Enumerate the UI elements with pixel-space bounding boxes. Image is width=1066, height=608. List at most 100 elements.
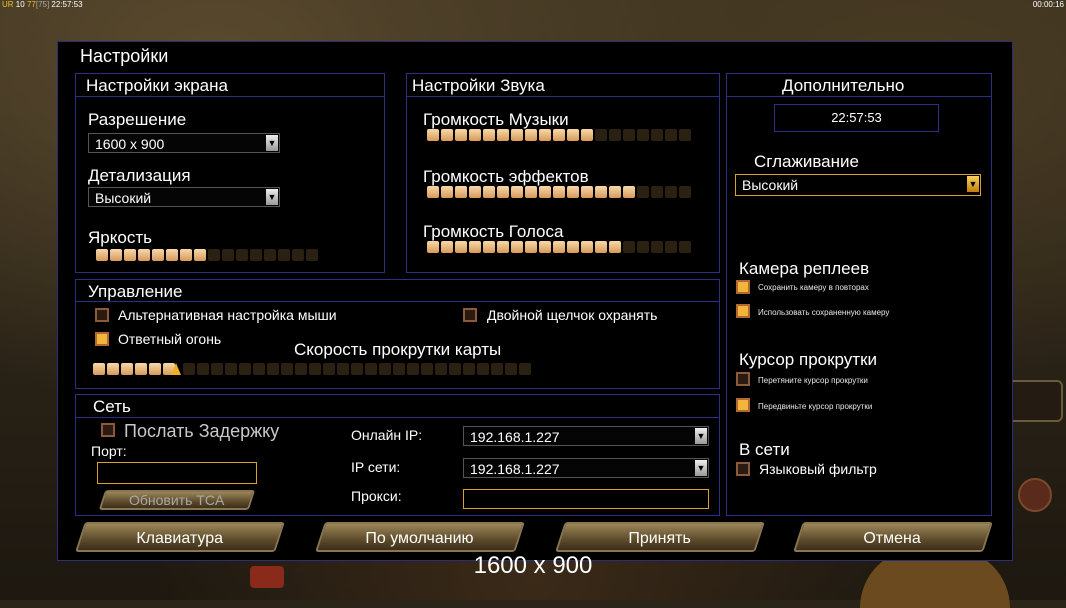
slider-segment[interactable] bbox=[651, 241, 663, 253]
slider-segment[interactable] bbox=[553, 129, 565, 141]
slider-segment[interactable] bbox=[483, 186, 495, 198]
drag-cursor-checkbox[interactable] bbox=[736, 372, 750, 386]
slider-segment[interactable] bbox=[449, 363, 461, 375]
chevron-down-icon[interactable]: ▼ bbox=[266, 135, 278, 151]
voice-volume-slider[interactable] bbox=[427, 241, 691, 253]
slider-segment[interactable] bbox=[149, 363, 161, 375]
slider-segment[interactable] bbox=[455, 241, 467, 253]
slider-segment[interactable] bbox=[539, 186, 551, 198]
update-tca-button[interactable]: Обновить TCA bbox=[98, 490, 256, 510]
slider-segment[interactable] bbox=[306, 249, 318, 261]
slider-segment[interactable] bbox=[295, 363, 307, 375]
slider-segment[interactable] bbox=[421, 363, 433, 375]
slider-segment[interactable] bbox=[292, 249, 304, 261]
slider-segment[interactable] bbox=[379, 363, 391, 375]
slider-segment[interactable] bbox=[665, 129, 677, 141]
slider-segment[interactable] bbox=[477, 363, 489, 375]
slider-segment[interactable] bbox=[491, 363, 503, 375]
slider-segment[interactable] bbox=[441, 129, 453, 141]
slider-segment[interactable] bbox=[679, 186, 691, 198]
slider-segment[interactable] bbox=[511, 129, 523, 141]
chevron-down-icon[interactable]: ▼ bbox=[967, 176, 979, 192]
slider-segment[interactable] bbox=[152, 249, 164, 261]
slider-segment[interactable] bbox=[483, 241, 495, 253]
keyboard-button[interactable]: Клавиатура bbox=[75, 522, 285, 552]
slider-segment[interactable] bbox=[107, 363, 119, 375]
slider-segment[interactable] bbox=[309, 363, 321, 375]
slider-segment[interactable] bbox=[567, 129, 579, 141]
slider-thumb[interactable] bbox=[171, 363, 181, 375]
send-delay-checkbox[interactable] bbox=[101, 423, 115, 437]
resolution-select[interactable]: 1600 x 900 ▼ bbox=[88, 133, 280, 153]
slider-segment[interactable] bbox=[505, 363, 517, 375]
slider-segment[interactable] bbox=[264, 249, 276, 261]
use-saved-camera-checkbox[interactable] bbox=[736, 304, 750, 318]
slider-segment[interactable] bbox=[250, 249, 262, 261]
slider-segment[interactable] bbox=[609, 241, 621, 253]
chevron-down-icon[interactable]: ▼ bbox=[695, 460, 707, 476]
slider-segment[interactable] bbox=[435, 363, 447, 375]
slider-segment[interactable] bbox=[222, 249, 234, 261]
slider-segment[interactable] bbox=[511, 186, 523, 198]
slider-segment[interactable] bbox=[96, 249, 108, 261]
return-fire-checkbox[interactable] bbox=[95, 332, 109, 346]
slider-segment[interactable] bbox=[166, 249, 178, 261]
slider-segment[interactable] bbox=[267, 363, 279, 375]
slider-segment[interactable] bbox=[623, 241, 635, 253]
slider-segment[interactable] bbox=[455, 186, 467, 198]
slider-segment[interactable] bbox=[539, 241, 551, 253]
brightness-slider[interactable] bbox=[96, 249, 318, 261]
alt-mouse-checkbox[interactable] bbox=[95, 308, 109, 322]
slider-segment[interactable] bbox=[351, 363, 363, 375]
slider-segment[interactable] bbox=[211, 363, 223, 375]
slider-segment[interactable] bbox=[239, 363, 251, 375]
slider-segment[interactable] bbox=[637, 186, 649, 198]
online-ip-select[interactable]: 192.168.1.227 ▼ bbox=[463, 426, 709, 446]
slider-segment[interactable] bbox=[665, 186, 677, 198]
music-volume-slider[interactable] bbox=[427, 129, 691, 141]
slider-segment[interactable] bbox=[665, 241, 677, 253]
slider-segment[interactable] bbox=[651, 129, 663, 141]
slider-segment[interactable] bbox=[581, 129, 593, 141]
slider-segment[interactable] bbox=[281, 363, 293, 375]
antialiasing-select[interactable]: Высокий ▼ bbox=[735, 174, 981, 196]
slider-segment[interactable] bbox=[637, 241, 649, 253]
slider-segment[interactable] bbox=[393, 363, 405, 375]
language-filter-checkbox[interactable] bbox=[736, 462, 750, 476]
defaults-button[interactable]: По умолчанию bbox=[315, 522, 525, 552]
slider-segment[interactable] bbox=[623, 129, 635, 141]
slider-segment[interactable] bbox=[441, 186, 453, 198]
slider-segment[interactable] bbox=[135, 363, 147, 375]
effects-volume-slider[interactable] bbox=[427, 186, 691, 198]
slider-segment[interactable] bbox=[194, 249, 206, 261]
slider-segment[interactable] bbox=[278, 249, 290, 261]
slider-segment[interactable] bbox=[427, 129, 439, 141]
slider-segment[interactable] bbox=[595, 129, 607, 141]
slider-segment[interactable] bbox=[497, 129, 509, 141]
slider-segment[interactable] bbox=[525, 129, 537, 141]
chevron-down-icon[interactable]: ▼ bbox=[266, 189, 278, 205]
slider-segment[interactable] bbox=[553, 241, 565, 253]
slider-segment[interactable] bbox=[469, 186, 481, 198]
slider-segment[interactable] bbox=[427, 241, 439, 253]
slider-segment[interactable] bbox=[469, 241, 481, 253]
slider-segment[interactable] bbox=[253, 363, 265, 375]
slider-segment[interactable] bbox=[497, 241, 509, 253]
cancel-button[interactable]: Отмена bbox=[793, 522, 993, 552]
slider-segment[interactable] bbox=[337, 363, 349, 375]
slider-segment[interactable] bbox=[497, 186, 509, 198]
lan-ip-select[interactable]: 192.168.1.227 ▼ bbox=[463, 458, 709, 478]
slider-segment[interactable] bbox=[679, 129, 691, 141]
slider-segment[interactable] bbox=[511, 241, 523, 253]
slider-segment[interactable] bbox=[236, 249, 248, 261]
slider-segment[interactable] bbox=[651, 186, 663, 198]
slider-segment[interactable] bbox=[121, 363, 133, 375]
slider-segment[interactable] bbox=[539, 129, 551, 141]
slider-segment[interactable] bbox=[110, 249, 122, 261]
slider-segment[interactable] bbox=[567, 186, 579, 198]
slider-segment[interactable] bbox=[581, 241, 593, 253]
slider-segment[interactable] bbox=[197, 363, 209, 375]
slider-segment[interactable] bbox=[553, 186, 565, 198]
slider-segment[interactable] bbox=[138, 249, 150, 261]
slider-segment[interactable] bbox=[609, 186, 621, 198]
